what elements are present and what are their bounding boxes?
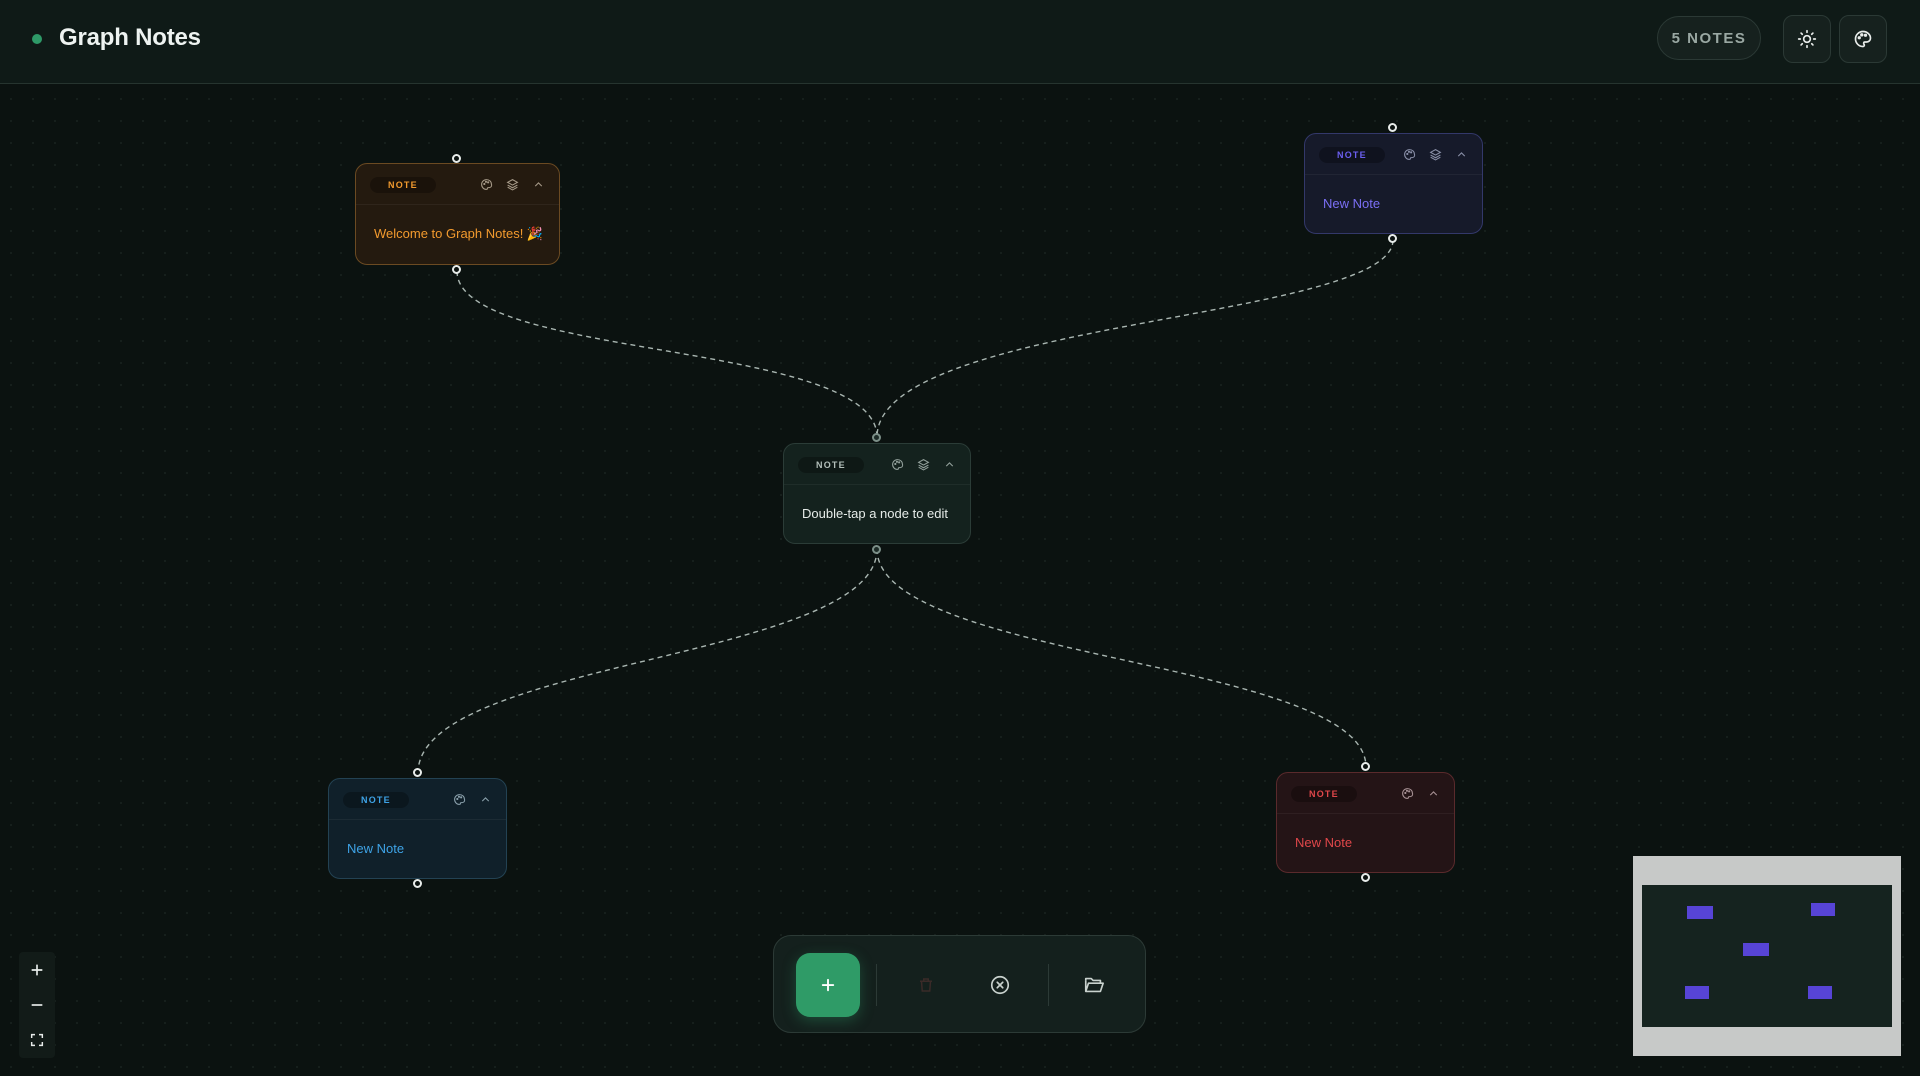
- node-handle-top[interactable]: [452, 154, 461, 163]
- sun-icon: [1797, 29, 1817, 49]
- palette-icon[interactable]: [1398, 784, 1416, 802]
- node-tools: [1400, 145, 1470, 163]
- layers-icon[interactable]: [1426, 145, 1444, 163]
- node-tag: NOTE: [1291, 786, 1357, 802]
- app-header: Graph Notes 5 NOTES: [0, 0, 1920, 84]
- zoom-controls: [19, 952, 55, 1058]
- node-handle-top[interactable]: [872, 433, 881, 442]
- fit-view-button[interactable]: [19, 1022, 55, 1057]
- zoom-in-icon: [31, 964, 43, 975]
- toolbar-divider: [876, 964, 877, 1006]
- node-text: New Note: [1295, 835, 1353, 850]
- node-header: NOTE: [356, 164, 559, 205]
- app-title: Graph Notes: [59, 24, 201, 51]
- node-tools: [1398, 784, 1442, 802]
- node-tag: NOTE: [343, 792, 409, 808]
- zoom-out-icon: [31, 1003, 43, 1006]
- node-tag: NOTE: [798, 457, 864, 473]
- layers-icon[interactable]: [503, 175, 521, 193]
- minimap-viewport: [1642, 885, 1892, 1027]
- plus-icon: [821, 978, 835, 992]
- palette-icon[interactable]: [477, 175, 495, 193]
- node-handle-bottom[interactable]: [413, 879, 422, 888]
- node-handle-top[interactable]: [413, 768, 422, 777]
- toolbar-divider: [1048, 964, 1049, 1006]
- add-note-button[interactable]: [796, 953, 860, 1017]
- delete-button[interactable]: [906, 965, 946, 1005]
- chevron-up-icon[interactable]: [529, 175, 547, 193]
- minimap-node: [1811, 903, 1835, 916]
- palette-icon[interactable]: [1400, 145, 1418, 163]
- node-handle-bottom[interactable]: [1361, 873, 1370, 882]
- node-header: NOTE: [1305, 134, 1482, 175]
- theme-toggle-button[interactable]: [1783, 15, 1831, 63]
- minimap-node: [1808, 986, 1832, 999]
- node-tag: NOTE: [370, 177, 436, 193]
- node-tag: NOTE: [1319, 147, 1385, 163]
- node-handle-top[interactable]: [1361, 762, 1370, 771]
- note-node[interactable]: NOTE Welcome to Graph Notes! 🎉: [355, 163, 560, 265]
- node-handle-bottom[interactable]: [452, 265, 461, 274]
- zoom-out-button[interactable]: [19, 987, 55, 1022]
- minimap[interactable]: [1633, 856, 1901, 1056]
- node-tools: [450, 790, 494, 808]
- minimap-node: [1743, 943, 1769, 956]
- node-handle-top[interactable]: [1388, 123, 1397, 132]
- minimap-node: [1687, 906, 1713, 919]
- node-text: New Note: [1323, 196, 1381, 211]
- palette-icon[interactable]: [450, 790, 468, 808]
- minimap-node: [1685, 986, 1709, 999]
- fit-view-icon: [30, 1033, 44, 1046]
- palette-button[interactable]: [1839, 15, 1887, 63]
- node-tools: [477, 175, 547, 193]
- chevron-up-icon[interactable]: [1424, 784, 1442, 802]
- zoom-in-button[interactable]: [19, 952, 55, 987]
- clear-selection-button[interactable]: [980, 965, 1020, 1005]
- node-handle-bottom[interactable]: [1388, 234, 1397, 243]
- edge-welcome-center: [456, 270, 878, 438]
- x-circle-icon: [990, 975, 1010, 995]
- trash-icon: [920, 978, 932, 992]
- node-text: Double-tap a node to edit: [802, 506, 948, 521]
- note-count-badge: 5 NOTES: [1657, 16, 1761, 60]
- note-node[interactable]: NOTE Double-tap a node to edit: [783, 443, 971, 544]
- palette-icon[interactable]: [888, 455, 906, 473]
- note-node[interactable]: NOTE New Note: [1276, 772, 1455, 873]
- node-handle-bottom[interactable]: [872, 545, 881, 554]
- palette-icon: [1854, 30, 1872, 48]
- node-header: NOTE: [784, 444, 970, 485]
- bottom-toolbar: [773, 935, 1146, 1033]
- node-text: Welcome to Graph Notes! 🎉: [374, 226, 544, 241]
- node-header: NOTE: [1277, 773, 1454, 814]
- node-tools: [888, 455, 958, 473]
- status-dot: [32, 34, 42, 44]
- chevron-up-icon[interactable]: [1452, 145, 1470, 163]
- chevron-up-icon[interactable]: [940, 455, 958, 473]
- node-text: New Note: [347, 841, 405, 856]
- edge-center-bottomright: [876, 548, 1367, 768]
- node-header: NOTE: [329, 779, 506, 820]
- note-node[interactable]: NOTE New Note: [328, 778, 507, 879]
- open-file-button[interactable]: [1074, 965, 1114, 1005]
- layers-icon[interactable]: [914, 455, 932, 473]
- chevron-up-icon[interactable]: [476, 790, 494, 808]
- folder-open-icon: [1084, 977, 1104, 993]
- note-node[interactable]: NOTE New Note: [1304, 133, 1483, 234]
- edge-center-bottomleft: [417, 548, 878, 774]
- edge-topright-center: [876, 239, 1394, 438]
